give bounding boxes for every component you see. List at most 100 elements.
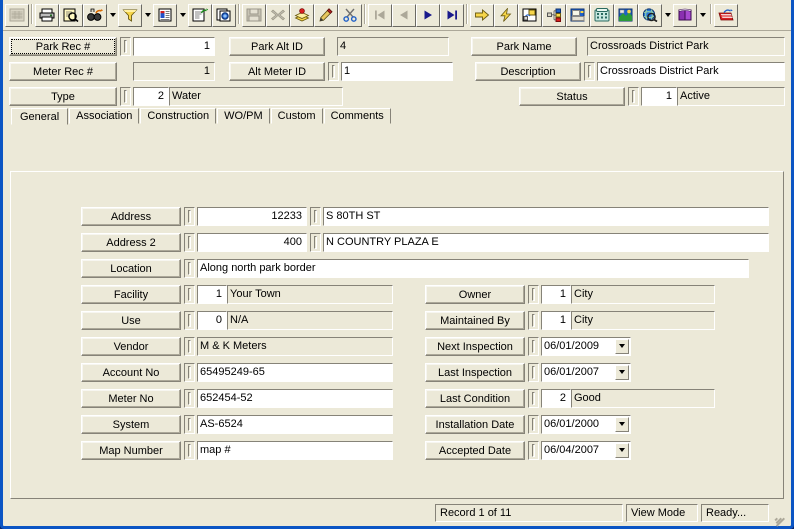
address-street-input[interactable]: S 80TH ST: [323, 206, 769, 226]
owner-spinner[interactable]: [528, 284, 539, 304]
chevron-down-icon[interactable]: [615, 416, 629, 432]
use-label[interactable]: Use: [81, 310, 181, 330]
facility-spinner[interactable]: [184, 284, 195, 304]
park-rec-input[interactable]: 1: [133, 36, 215, 56]
account-no-spinner[interactable]: [184, 362, 195, 382]
filter-funnel-icon[interactable]: [118, 3, 142, 27]
address2-street-input[interactable]: N COUNTRY PLAZA E: [323, 232, 769, 252]
owner-label[interactable]: Owner: [425, 284, 525, 304]
last-inspection-date-input[interactable]: 06/01/2007: [541, 362, 631, 382]
park-rec-label[interactable]: Park Rec #: [9, 36, 117, 56]
next-inspection-label[interactable]: Next Inspection: [425, 336, 525, 356]
properties-icon[interactable]: [188, 3, 212, 27]
alt-meter-id-spinner[interactable]: [328, 61, 339, 81]
alt-meter-id-label[interactable]: Alt Meter ID: [229, 61, 325, 81]
last-condition-label[interactable]: Last Condition: [425, 388, 525, 408]
system-input[interactable]: AS-6524: [197, 414, 393, 434]
address2-number-spinner[interactable]: [184, 232, 195, 252]
vendor-input[interactable]: M & K Meters: [197, 336, 393, 356]
installation-date-label[interactable]: Installation Date: [425, 414, 525, 434]
meter-no-input[interactable]: 652454-52: [197, 388, 393, 408]
park-rec-spinner[interactable]: [120, 36, 131, 56]
owner-code-input[interactable]: 1: [541, 284, 571, 304]
use-spinner[interactable]: [184, 310, 195, 330]
goto-arrow-icon[interactable]: [470, 3, 494, 27]
accepted-date-spinner[interactable]: [528, 440, 539, 460]
meter-no-spinner[interactable]: [184, 388, 195, 408]
park-alt-id-label[interactable]: Park Alt ID: [229, 36, 325, 56]
facility-label[interactable]: Facility: [81, 284, 181, 304]
chevron-down-icon[interactable]: [615, 364, 629, 380]
maintained-by-code-input[interactable]: 1: [541, 310, 571, 330]
globe-dropdown-icon[interactable]: [662, 3, 673, 27]
last-condition-code-input[interactable]: 2: [541, 388, 571, 408]
map-number-input[interactable]: map #: [197, 440, 393, 460]
address2-street-spinner[interactable]: [310, 232, 321, 252]
last-condition-spinner[interactable]: [528, 388, 539, 408]
system-label[interactable]: System: [81, 414, 181, 434]
book-icon[interactable]: [673, 3, 697, 27]
chevron-down-icon[interactable]: [615, 442, 629, 458]
address-number-input[interactable]: 12233: [197, 206, 307, 226]
status-label[interactable]: Status: [519, 86, 625, 106]
account-no-input[interactable]: 65495249-65: [197, 362, 393, 382]
workflow-icon[interactable]: [518, 3, 542, 27]
description-input[interactable]: Crossroads District Park: [597, 61, 785, 81]
edit-pencil-icon[interactable]: [314, 3, 338, 27]
copy-record-icon[interactable]: [212, 3, 236, 27]
card-export-icon[interactable]: [714, 3, 738, 27]
map-image-icon[interactable]: [614, 3, 638, 27]
alt-meter-id-input[interactable]: 1: [341, 61, 453, 81]
tab-general[interactable]: General: [11, 108, 69, 125]
installation-date-input[interactable]: 06/01/2000: [541, 414, 631, 434]
description-label[interactable]: Description: [475, 61, 581, 81]
park-name-label[interactable]: Park Name: [471, 36, 577, 56]
meter-rec-label[interactable]: Meter Rec #: [9, 61, 117, 81]
installation-date-spinner[interactable]: [528, 414, 539, 434]
maintained-by-spinner[interactable]: [528, 310, 539, 330]
last-inspection-label[interactable]: Last Inspection: [425, 362, 525, 382]
vendor-spinner[interactable]: [184, 336, 195, 356]
tab-comments[interactable]: Comments: [323, 108, 391, 124]
account-no-label[interactable]: Account No: [81, 362, 181, 382]
tab-construction[interactable]: Construction: [140, 108, 217, 124]
filter-dropdown-icon[interactable]: [142, 3, 153, 27]
quick-action-icon[interactable]: [494, 3, 518, 27]
tab-association[interactable]: Association: [69, 108, 140, 124]
last-inspection-spinner[interactable]: [528, 362, 539, 382]
facility-code-input[interactable]: 1: [197, 284, 227, 304]
print-icon[interactable]: [35, 3, 59, 27]
document-scan-icon[interactable]: [566, 3, 590, 27]
type-code-input[interactable]: 2: [133, 86, 169, 106]
report-dropdown-icon[interactable]: [177, 3, 188, 27]
address2-label[interactable]: Address 2: [81, 232, 181, 252]
next-inspection-spinner[interactable]: [528, 336, 539, 356]
cut-scissors-icon[interactable]: [338, 3, 362, 27]
address-number-spinner[interactable]: [184, 206, 195, 226]
address-street-spinner[interactable]: [310, 206, 321, 226]
book-dropdown-icon[interactable]: [697, 3, 708, 27]
find-dropdown-icon[interactable]: [107, 3, 118, 27]
add-record-icon[interactable]: [290, 3, 314, 27]
tab-wo-pm[interactable]: WO/PM: [217, 108, 270, 124]
vendor-label[interactable]: Vendor: [81, 336, 181, 356]
accepted-date-input[interactable]: 06/04/2007: [541, 440, 631, 460]
phone-icon[interactable]: [590, 3, 614, 27]
description-spinner[interactable]: [584, 61, 595, 81]
location-input[interactable]: Along north park border: [197, 258, 749, 278]
next-record-icon[interactable]: [416, 3, 440, 27]
resize-grip-icon[interactable]: [772, 506, 786, 527]
type-spinner[interactable]: [120, 86, 131, 106]
location-spinner[interactable]: [184, 258, 195, 278]
status-spinner[interactable]: [628, 86, 639, 106]
accepted-date-label[interactable]: Accepted Date: [425, 440, 525, 460]
type-label[interactable]: Type: [9, 86, 117, 106]
hierarchy-icon[interactable]: [542, 3, 566, 27]
meter-no-label[interactable]: Meter No: [81, 388, 181, 408]
globe-search-icon[interactable]: [638, 3, 662, 27]
find-binoculars-icon[interactable]: [83, 3, 107, 27]
report-icon[interactable]: [153, 3, 177, 27]
address-label[interactable]: Address: [81, 206, 181, 226]
maintained-by-label[interactable]: Maintained By: [425, 310, 525, 330]
map-number-label[interactable]: Map Number: [81, 440, 181, 460]
